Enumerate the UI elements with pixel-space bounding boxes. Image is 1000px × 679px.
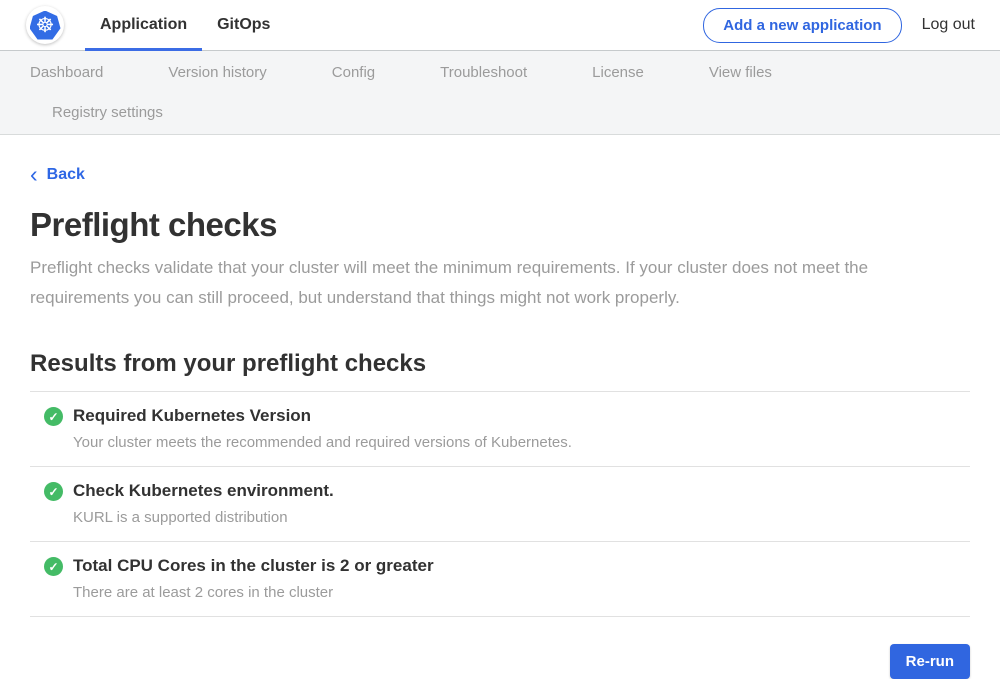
check-circle-icon: ✓ bbox=[44, 482, 63, 501]
result-body: Total CPU Cores in the cluster is 2 or g… bbox=[73, 556, 434, 601]
result-title: Check Kubernetes environment. bbox=[73, 481, 334, 501]
subnav-item-troubleshoot[interactable]: Troubleshoot bbox=[440, 53, 527, 93]
check-circle-icon: ✓ bbox=[44, 557, 63, 576]
rerun-button[interactable]: Re-run bbox=[890, 644, 970, 679]
result-body: Required Kubernetes Version Your cluster… bbox=[73, 406, 572, 451]
kubernetes-wheel-icon: ☸ bbox=[30, 11, 61, 40]
result-description: Your cluster meets the recommended and r… bbox=[73, 434, 572, 451]
tab-application-label: Application bbox=[100, 16, 187, 34]
result-description: KURL is a supported distribution bbox=[73, 509, 334, 526]
results-footer: Re-run bbox=[30, 644, 970, 679]
result-title: Required Kubernetes Version bbox=[73, 406, 572, 426]
result-description: There are at least 2 cores in the cluste… bbox=[73, 584, 434, 601]
results-heading: Results from your preflight checks bbox=[30, 350, 970, 378]
subnav-item-registry-settings[interactable]: Registry settings bbox=[52, 93, 163, 133]
check-glyph: ✓ bbox=[48, 410, 58, 424]
preflight-result-row: ✓ Required Kubernetes Version Your clust… bbox=[30, 392, 970, 467]
subnav-item-dashboard[interactable]: Dashboard bbox=[30, 53, 103, 93]
back-link-label: Back bbox=[47, 166, 85, 184]
app-logo[interactable]: ☸ bbox=[26, 6, 64, 44]
page-description: Preflight checks validate that your clus… bbox=[30, 253, 970, 313]
subnav-item-version-history[interactable]: Version history bbox=[168, 53, 266, 93]
top-nav-actions: Add a new application Log out bbox=[703, 8, 975, 43]
preflight-result-row: ✓ Total CPU Cores in the cluster is 2 or… bbox=[30, 542, 970, 617]
subnav-row-1: Dashboard Version history Config Trouble… bbox=[0, 53, 1000, 93]
page-title: Preflight checks bbox=[30, 206, 970, 244]
tab-gitops[interactable]: GitOps bbox=[202, 0, 285, 50]
app-subnav: Dashboard Version history Config Trouble… bbox=[0, 51, 1000, 135]
logout-button[interactable]: Log out bbox=[922, 16, 975, 34]
subnav-item-config[interactable]: Config bbox=[332, 53, 375, 93]
top-nav: ☸ Application GitOps Add a new applicati… bbox=[0, 0, 1000, 51]
result-body: Check Kubernetes environment. KURL is a … bbox=[73, 481, 334, 526]
kubernetes-wheel-glyph: ☸ bbox=[36, 15, 55, 36]
subnav-item-license[interactable]: License bbox=[592, 53, 644, 93]
check-circle-icon: ✓ bbox=[44, 407, 63, 426]
top-nav-tabs: Application GitOps bbox=[85, 0, 285, 50]
tab-application[interactable]: Application bbox=[85, 0, 202, 50]
subnav-row-2: Registry settings bbox=[0, 93, 1000, 133]
back-chevron-icon: ‹ bbox=[30, 166, 38, 182]
check-glyph: ✓ bbox=[48, 485, 58, 499]
tab-gitops-label: GitOps bbox=[217, 16, 270, 34]
check-glyph: ✓ bbox=[48, 560, 58, 574]
preflight-checks-page: ‹ Back Preflight checks Preflight checks… bbox=[0, 135, 1000, 679]
add-new-application-button[interactable]: Add a new application bbox=[703, 8, 901, 43]
back-link[interactable]: ‹ Back bbox=[30, 166, 85, 184]
preflight-results-list: ✓ Required Kubernetes Version Your clust… bbox=[30, 391, 970, 617]
preflight-result-row: ✓ Check Kubernetes environment. KURL is … bbox=[30, 467, 970, 542]
result-title: Total CPU Cores in the cluster is 2 or g… bbox=[73, 556, 434, 576]
subnav-item-view-files[interactable]: View files bbox=[709, 53, 772, 93]
